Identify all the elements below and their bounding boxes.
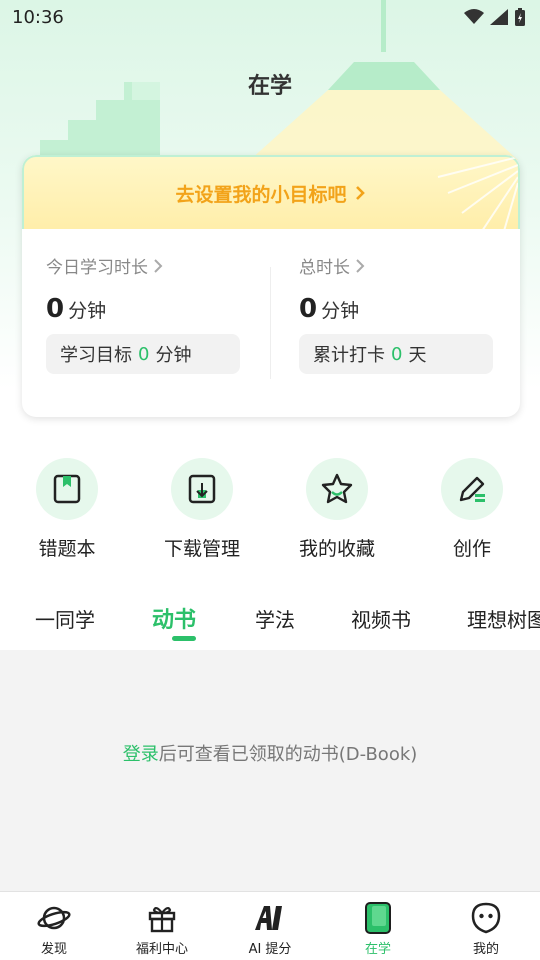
planet-icon <box>36 901 72 935</box>
bookmark-book-icon <box>36 458 98 520</box>
quick-action-create[interactable]: 创作 <box>422 458 522 561</box>
nav-label: 在学 <box>364 942 391 957</box>
total-study-link[interactable]: 总时长 <box>299 253 499 278</box>
study-goal-unit: 分钟 <box>155 345 192 366</box>
total-study-value: 0 分钟 <box>299 294 499 324</box>
rays-decoration <box>437 157 518 231</box>
total-minutes-unit: 分钟 <box>321 300 360 322</box>
login-link[interactable]: 登录 <box>123 744 159 765</box>
column-divider <box>270 267 271 379</box>
nav-discover[interactable]: 发现 <box>0 892 108 960</box>
study-goal-pill: 学习目标 0 分钟 <box>46 334 240 374</box>
today-minutes: 0 <box>46 294 65 324</box>
chevron-right-icon <box>355 186 365 200</box>
tab-dongshu[interactable]: 动书 <box>152 602 196 634</box>
nav-label: 发现 <box>40 942 67 957</box>
set-goal-banner[interactable]: 去设置我的小目标吧 <box>22 155 520 231</box>
content-tabs: 一同学 动书 学法 视频书 理想树图 <box>0 590 540 648</box>
status-time: 10:36 <box>12 6 64 28</box>
star-icon <box>306 458 368 520</box>
today-study-value: 0 分钟 <box>46 294 246 324</box>
today-study-label: 今日学习时长 <box>46 258 148 278</box>
study-goal-value: 0 <box>138 343 150 365</box>
total-study-column: 总时长 0 分钟 累计打卡 0 天 <box>299 253 499 374</box>
nav-label: 福利中心 <box>135 942 188 957</box>
quick-action-label: 错题本 <box>38 538 96 560</box>
login-prompt: 登录后可查看已领取的动书(D-Book) <box>0 740 540 766</box>
checkin-value: 0 <box>391 343 403 365</box>
edit-pen-icon <box>441 458 503 520</box>
today-study-link[interactable]: 今日学习时长 <box>46 253 246 278</box>
set-goal-label: 去设置我的小目标吧 <box>175 183 347 206</box>
active-tab-indicator <box>172 636 196 641</box>
checkin-unit: 天 <box>408 345 427 366</box>
download-icon <box>171 458 233 520</box>
chevron-right-icon <box>356 258 365 273</box>
tab-xuefa[interactable]: 学法 <box>255 604 295 633</box>
total-study-label: 总时长 <box>299 258 350 278</box>
total-minutes: 0 <box>299 294 318 324</box>
nav-label: AI 提分 <box>248 942 292 957</box>
quick-actions: 错题本 下载管理 我的收藏 创作 <box>0 458 540 568</box>
quick-action-label: 我的收藏 <box>298 538 375 560</box>
page-title: 在学 <box>247 74 292 99</box>
nav-ai[interactable]: AI 提分 <box>216 892 324 960</box>
study-stats-card: 去设置我的小目标吧 今日学习时长 0 分钟 学习目标 0 分钟 总时长 0 分钟 <box>22 155 520 417</box>
tab-video-book[interactable]: 视频书 <box>351 604 411 633</box>
checkin-label: 累计打卡 <box>313 345 385 366</box>
face-icon <box>468 901 504 935</box>
checkin-pill: 累计打卡 0 天 <box>299 334 493 374</box>
dbook-list-area <box>0 650 540 891</box>
chevron-right-icon <box>154 258 163 273</box>
nav-studying[interactable]: 在学 <box>324 892 432 960</box>
tab-yitongxue[interactable]: 一同学 <box>35 604 95 633</box>
nav-welfare[interactable]: 福利中心 <box>108 892 216 960</box>
today-minutes-unit: 分钟 <box>68 300 107 322</box>
tab-mind-map[interactable]: 理想树图 <box>467 604 540 633</box>
today-study-column: 今日学习时长 0 分钟 学习目标 0 分钟 <box>46 253 246 374</box>
quick-action-label: 下载管理 <box>163 538 240 560</box>
quick-action-favorites[interactable]: 我的收藏 <box>287 458 387 561</box>
study-goal-label: 学习目标 <box>60 345 132 366</box>
login-prompt-message: 后可查看已领取的动书(D-Book) <box>158 744 418 765</box>
gift-icon <box>144 901 180 935</box>
nav-mine[interactable]: 我的 <box>432 892 540 960</box>
bottom-nav: 发现 福利中心 AI 提分 在学 我的 <box>0 891 540 960</box>
quick-action-downloads[interactable]: 下载管理 <box>152 458 252 561</box>
quick-action-wrong-book[interactable]: 错题本 <box>17 458 117 561</box>
ai-icon <box>252 901 288 935</box>
book-icon <box>360 901 396 935</box>
nav-label: 我的 <box>472 942 499 957</box>
quick-action-label: 创作 <box>452 538 491 560</box>
